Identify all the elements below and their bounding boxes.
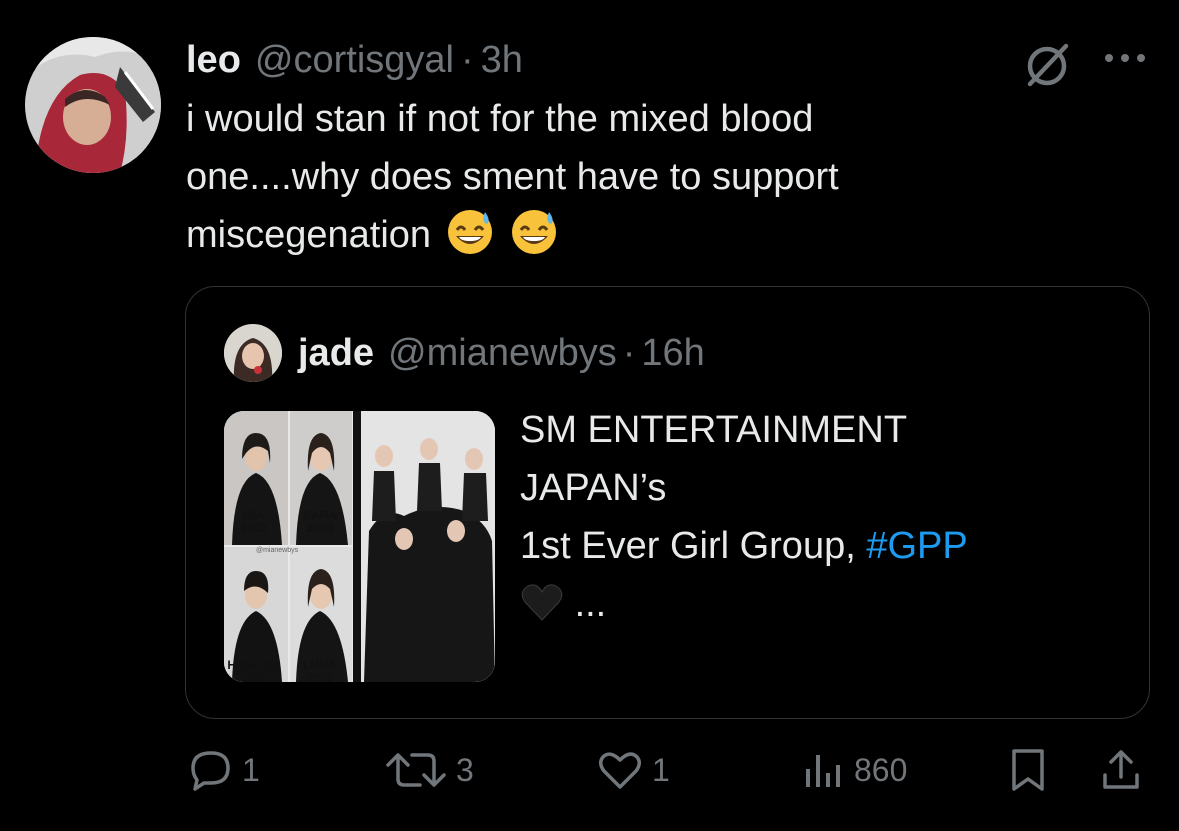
member-year: 2004 xyxy=(240,671,268,683)
quoted-text-line: 1st Ever Girl Group, #GPP xyxy=(520,517,1120,575)
grok-icon[interactable] xyxy=(1022,38,1074,90)
quoted-text-line-content: 1st Ever Girl Group, xyxy=(520,525,856,567)
reply-icon xyxy=(191,751,230,791)
repost-count: 3 xyxy=(456,751,474,788)
quoted-post[interactable]: jade @mianewbys · 16h MIA 2002 SARA 2003… xyxy=(185,286,1150,719)
black-heart-emoji xyxy=(520,580,564,624)
grinning-sweat-emoji xyxy=(445,206,495,256)
share-icon xyxy=(1103,750,1139,789)
quoted-post-text: SM ENTERTAINMENT JAPAN’s 1st Ever Girl G… xyxy=(520,401,1120,633)
media-watermark: @mianewbys xyxy=(256,547,299,554)
quoted-text-line: JAPAN’s xyxy=(520,467,667,509)
author-avatar[interactable] xyxy=(25,37,161,173)
grinning-sweat-emoji xyxy=(509,206,559,256)
like-count: 1 xyxy=(652,751,670,788)
quoted-text-line: ... xyxy=(520,575,1120,633)
post-text-line: i would stan if not for the mixed blood xyxy=(186,98,814,140)
avatar-image xyxy=(25,37,161,173)
post-text-line-content: miscegenation xyxy=(186,214,432,256)
bookmark-icon xyxy=(1012,749,1044,791)
repost-icon xyxy=(386,753,446,787)
more-options-icon[interactable] xyxy=(1101,44,1149,72)
quoted-author-handle[interactable]: @mianewbys xyxy=(388,332,617,375)
bookmark-button[interactable] xyxy=(1008,740,1048,800)
post-time[interactable]: 3h xyxy=(481,36,523,84)
truncation-ellipsis: ... xyxy=(574,583,607,625)
quoted-text-line: SM ENTERTAINMENT xyxy=(520,409,908,451)
heart-icon xyxy=(599,752,641,789)
avatar-image xyxy=(224,324,282,382)
share-button[interactable] xyxy=(1098,740,1144,800)
quoted-author-name[interactable]: jade xyxy=(298,332,374,375)
quoted-media-thumbnail[interactable]: MIA 2002 SARA 2003 HONOKA 2004 LUNA 2005… xyxy=(224,411,495,682)
post-text-line: one....why does sment have to support xyxy=(186,156,839,198)
views-button[interactable]: 860 xyxy=(802,740,907,800)
author-handle[interactable]: @cortisgyal xyxy=(255,36,454,84)
separator-dot: · xyxy=(460,39,474,81)
like-button[interactable]: 1 xyxy=(596,740,670,800)
quoted-post-time[interactable]: 16h xyxy=(641,332,704,375)
action-bar: 1 3 1 860 xyxy=(0,740,1179,800)
repost-button[interactable]: 3 xyxy=(384,740,474,800)
member-label: MIA 2002 xyxy=(230,509,278,535)
separator-dot: · xyxy=(622,331,636,374)
view-count: 860 xyxy=(854,751,908,788)
member-year: 2003 xyxy=(306,521,334,535)
reply-count: 1 xyxy=(242,751,260,788)
post-text: i would stan if not for the mixed blood … xyxy=(186,90,1086,264)
author-name[interactable]: leo xyxy=(186,36,241,84)
member-label: LUNA 2005 xyxy=(296,659,344,683)
post-text-line: miscegenation xyxy=(186,206,1086,264)
member-label: HONOKA 2004 xyxy=(224,659,284,683)
hashtag-link[interactable]: #GPP xyxy=(866,525,967,567)
member-year: 2002 xyxy=(240,521,268,535)
member-year: 2005 xyxy=(306,671,334,683)
reply-button[interactable]: 1 xyxy=(188,740,260,800)
views-chart-icon xyxy=(806,755,840,787)
member-label: SARA 2003 xyxy=(296,509,344,535)
quoted-author-avatar[interactable] xyxy=(224,324,282,382)
quoted-post-header: jade @mianewbys · 16h xyxy=(298,327,705,379)
post-header: leo @cortisgyal · 3h xyxy=(186,36,523,84)
